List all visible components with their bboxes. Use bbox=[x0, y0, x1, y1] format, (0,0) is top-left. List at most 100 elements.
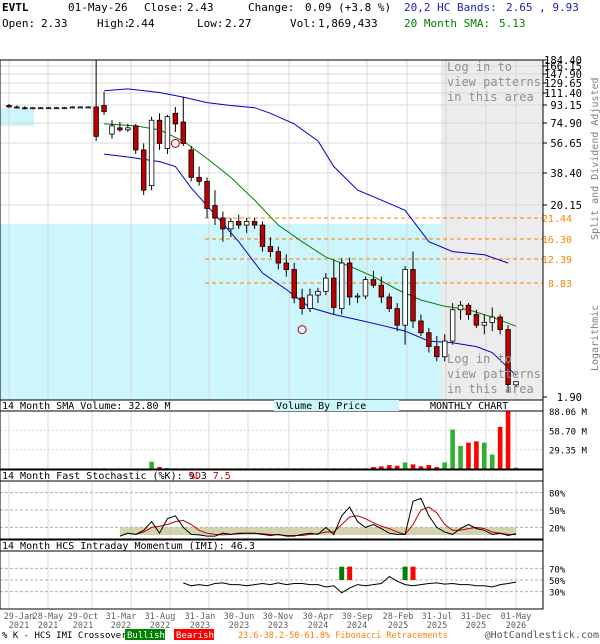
candle-down bbox=[6, 105, 12, 108]
x-tick-year: 2021 bbox=[38, 621, 58, 631]
candle-down bbox=[220, 217, 226, 230]
bands-value: 2.65 , 9.93 bbox=[506, 1, 579, 14]
x-tick-year: 2024 bbox=[347, 621, 367, 631]
header: EVTL 01-May-26 Close: 2.43 Change: 0.09 … bbox=[2, 1, 579, 30]
volume-bar bbox=[497, 426, 503, 469]
stochastic-axis: 80% 50% 20% bbox=[549, 490, 566, 535]
fibonacci-note: 23.6-38.2-50-61.8% Fibonacci Retracement… bbox=[238, 631, 448, 640]
price-tick-label: 93.15 bbox=[550, 100, 582, 112]
bullish-label: Bullish bbox=[127, 631, 165, 640]
imi-tick-label: 70% bbox=[549, 565, 566, 575]
x-tick-year: 2025 bbox=[466, 621, 486, 631]
stochastic-tick-label: 20% bbox=[549, 524, 566, 534]
x-tick-year: 2025 bbox=[427, 621, 447, 631]
volume-bar bbox=[410, 464, 416, 469]
split-adjusted-label: Split and Dividend Adjusted bbox=[590, 77, 600, 240]
imi-axis: 70% 50% 30% bbox=[549, 565, 566, 598]
volume-bar bbox=[458, 445, 463, 469]
pattern-note-bottom-line2[interactable]: view patterns bbox=[447, 367, 541, 381]
candle-down bbox=[14, 106, 20, 109]
chart-svg: EVTL 01-May-26 Close: 2.43 Change: 0.09 … bbox=[0, 1, 600, 641]
price-tick-label: 20.15 bbox=[550, 200, 582, 212]
stochastic-d-label: %D bbox=[189, 471, 201, 482]
candle-down bbox=[93, 106, 99, 137]
candle-up bbox=[339, 262, 345, 309]
ticker-symbol: EVTL bbox=[2, 1, 29, 14]
candle-down bbox=[418, 320, 424, 334]
candle-down bbox=[117, 127, 123, 131]
volume-bar bbox=[489, 454, 495, 469]
candle-down bbox=[251, 221, 258, 226]
price-tick-label: 56.65 bbox=[550, 138, 582, 150]
band-fill-area bbox=[0, 224, 441, 400]
candle-down bbox=[133, 125, 139, 151]
footer: % K - HCS IMI Crossover, Bullish Bearish… bbox=[2, 629, 599, 641]
price-tick-label: 74.90 bbox=[550, 118, 582, 130]
fibonacci-level-label: 16.30 bbox=[542, 235, 572, 246]
price-tick-label: 111.40 bbox=[544, 88, 582, 100]
candle-down bbox=[259, 224, 266, 247]
candle-down bbox=[370, 279, 377, 286]
imi-panel-title: 14 Month HCS Intraday Momentum (IMI): 46… bbox=[2, 541, 255, 552]
candle-down bbox=[378, 284, 385, 298]
candle-down bbox=[101, 105, 107, 113]
low-value: 2.27 bbox=[225, 17, 252, 30]
close-label: Close: bbox=[144, 1, 184, 14]
patterns-locked-area bbox=[441, 60, 543, 400]
pattern-note-top-line3[interactable]: in this area bbox=[447, 90, 534, 104]
price-axis: 184.40166.15147.90129.65111.4093.1574.90… bbox=[543, 55, 582, 404]
stochastic-title-sep: : bbox=[177, 471, 189, 482]
pattern-note-top-line1[interactable]: Log in to bbox=[447, 60, 512, 74]
volume-label: Vol: bbox=[290, 17, 317, 30]
candle-down bbox=[172, 112, 179, 125]
candle-down bbox=[497, 316, 503, 330]
open-value: 2.33 bbox=[41, 17, 68, 30]
bearish-crossover-marker bbox=[347, 566, 353, 580]
x-tick-year: 2023 bbox=[268, 621, 288, 631]
volume-bar bbox=[482, 442, 487, 469]
candle-up bbox=[37, 107, 44, 110]
candle-up bbox=[85, 106, 91, 109]
x-tick-year: 2021 bbox=[73, 621, 93, 631]
x-tick-year: 2021 bbox=[9, 621, 29, 631]
pattern-note-bottom-line1[interactable]: Log in to bbox=[447, 352, 512, 366]
volume-bar bbox=[474, 441, 479, 469]
candle-up bbox=[489, 316, 495, 323]
pattern-note-top-line2[interactable]: view patterns bbox=[447, 75, 541, 89]
candle-up bbox=[69, 106, 76, 109]
candle-up bbox=[449, 309, 456, 342]
imi-tick-label: 30% bbox=[549, 589, 566, 599]
candle-up bbox=[243, 221, 250, 226]
candle-down bbox=[212, 205, 218, 219]
high-value: 2.44 bbox=[128, 17, 155, 30]
sma-label: 20 Month SMA: bbox=[404, 17, 490, 30]
price-panel: 21.4416.3012.398.83 184.40166.15147.9012… bbox=[0, 55, 600, 404]
candle-down bbox=[346, 262, 353, 298]
pattern-note-bottom-line3[interactable]: in this area bbox=[447, 382, 534, 396]
candle-up bbox=[164, 116, 171, 149]
candle-down bbox=[196, 176, 202, 182]
candle-up bbox=[61, 107, 68, 110]
candle-down bbox=[473, 314, 480, 326]
x-tick-year: 2023 bbox=[229, 621, 249, 631]
low-label: Low: bbox=[197, 17, 224, 30]
change-value: 0.09 (+3.8 %) bbox=[305, 1, 391, 14]
candle-up bbox=[315, 290, 321, 296]
candle-up bbox=[45, 107, 52, 110]
chart-stage: EVTL 01-May-26 Close: 2.43 Change: 0.09 … bbox=[0, 0, 600, 641]
candle-up bbox=[109, 125, 115, 135]
stochastic-tick-label: 50% bbox=[549, 507, 566, 517]
candle-down bbox=[410, 269, 416, 322]
candle-up bbox=[148, 119, 155, 187]
candle-up bbox=[354, 295, 361, 298]
volume-axis: 88.06 M 58.70 M 29.35 M bbox=[549, 408, 588, 457]
candle-down bbox=[465, 304, 472, 315]
stochastic-tick-label: 80% bbox=[549, 490, 566, 500]
bullish-crossover-marker bbox=[339, 566, 345, 580]
candle-up bbox=[323, 277, 329, 292]
candle-down bbox=[426, 332, 432, 347]
candle-down bbox=[22, 107, 28, 110]
volume-tick-label: 58.70 M bbox=[549, 427, 588, 437]
stochastic-d-value: 7.5 bbox=[213, 471, 231, 482]
candle-up bbox=[307, 294, 313, 309]
